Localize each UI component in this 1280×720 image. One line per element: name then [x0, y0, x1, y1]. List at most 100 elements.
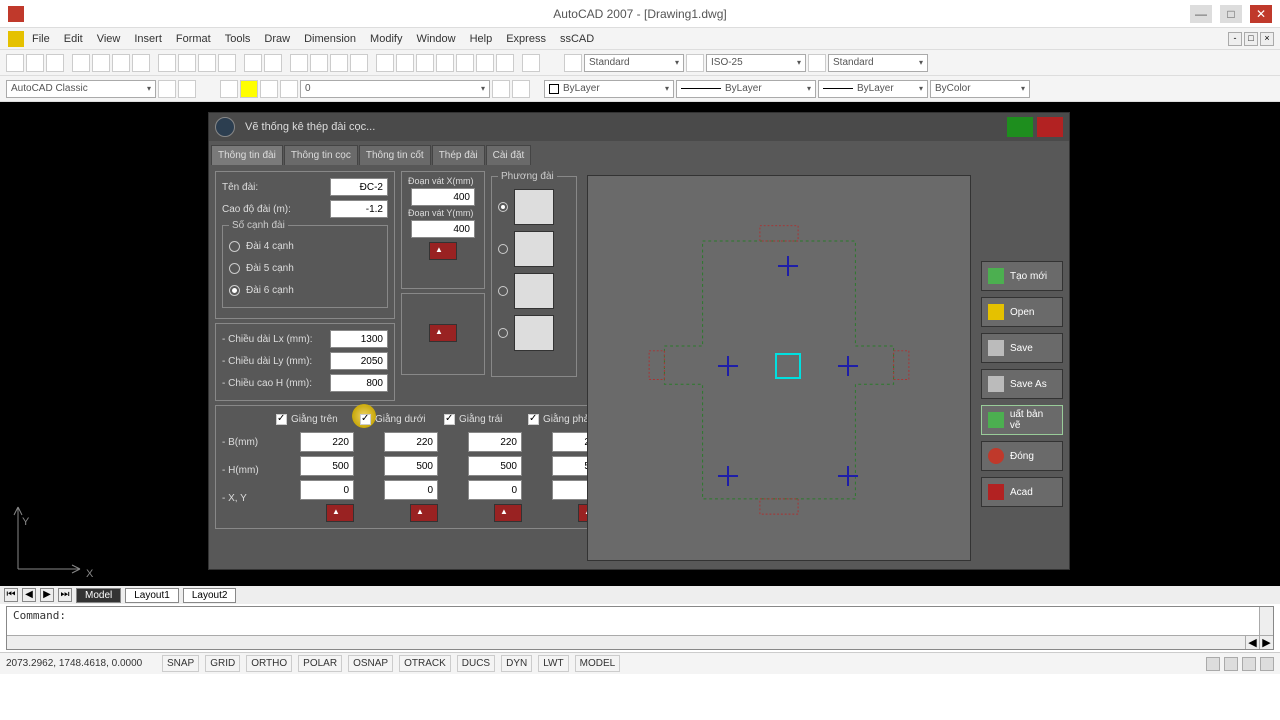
zoom-rt-icon[interactable] — [310, 54, 328, 72]
menu-tools[interactable]: Tools — [225, 33, 251, 45]
otrack-toggle[interactable]: OTRACK — [399, 655, 451, 672]
osnap-toggle[interactable]: OSNAP — [348, 655, 393, 672]
check-giang-trai[interactable] — [444, 414, 455, 425]
plot-icon[interactable] — [132, 54, 150, 72]
tab-thep-dai[interactable]: Thép đài — [432, 145, 485, 165]
tablestyle-icon[interactable] — [808, 54, 826, 72]
menu-insert[interactable]: Insert — [134, 33, 162, 45]
freeze-icon[interactable] — [260, 80, 278, 98]
print-icon[interactable] — [72, 54, 90, 72]
tab-nav-last[interactable]: ⏭ — [58, 588, 72, 602]
menu-dimension[interactable]: Dimension — [304, 33, 356, 45]
tablestyle-select[interactable]: Standard▾ — [828, 54, 928, 72]
scrollbar-v[interactable] — [1259, 607, 1273, 635]
giang-duoi-xy[interactable] — [384, 480, 438, 500]
dyn-toggle[interactable]: DYN — [501, 655, 532, 672]
giang-tren-b[interactable] — [300, 432, 354, 452]
tab-thong-tin-cot[interactable]: Thông tin cốt — [359, 145, 431, 165]
check-giang-phai[interactable] — [528, 414, 539, 425]
giang-trai-pick[interactable] — [494, 504, 522, 522]
status-icon-3[interactable] — [1242, 657, 1256, 671]
acad-button[interactable]: Acad — [981, 477, 1063, 507]
polar-toggle[interactable]: POLAR — [298, 655, 342, 672]
tab-nav-first[interactable]: ⏮ — [4, 588, 18, 602]
layer-select[interactable]: 0▾ — [300, 80, 490, 98]
lock-icon[interactable] — [280, 80, 298, 98]
new-button[interactable]: Tạo mới — [981, 261, 1063, 291]
saveas-button[interactable]: Save As — [981, 369, 1063, 399]
doc-close-button[interactable]: × — [1260, 32, 1274, 46]
h-input[interactable] — [330, 374, 388, 392]
menu-view[interactable]: View — [97, 33, 121, 45]
tab-cai-dat[interactable]: Cài đặt — [486, 145, 532, 165]
menu-draw[interactable]: Draw — [264, 33, 290, 45]
shape-opt-4[interactable] — [498, 328, 508, 338]
tool6-icon[interactable] — [476, 54, 494, 72]
pick-dims-button[interactable] — [429, 324, 457, 342]
pan-icon[interactable] — [290, 54, 308, 72]
giang-trai-h[interactable] — [468, 456, 522, 476]
giang-duoi-pick[interactable] — [410, 504, 438, 522]
tool4-icon[interactable] — [436, 54, 454, 72]
ten-dai-input[interactable] — [330, 178, 388, 196]
ly-input[interactable] — [330, 352, 388, 370]
drawing-area[interactable]: Y X Vẽ thống kê thép đài cọc... Thông ti… — [0, 102, 1280, 586]
dvx-input[interactable] — [411, 188, 475, 206]
doc-restore-button[interactable]: □ — [1244, 32, 1258, 46]
close-dialog-button[interactable]: Đóng — [981, 441, 1063, 471]
check-giang-duoi[interactable] — [360, 414, 371, 425]
shape-opt-3[interactable] — [498, 286, 508, 296]
tab-layout1[interactable]: Layout1 — [125, 588, 179, 603]
open-button[interactable]: Open — [981, 297, 1063, 327]
maximize-button[interactable]: □ — [1220, 5, 1242, 23]
redo-icon[interactable] — [264, 54, 282, 72]
pick-dv-button[interactable] — [429, 242, 457, 260]
menu-format[interactable]: Format — [176, 33, 211, 45]
shape-opt-2[interactable] — [498, 244, 508, 254]
tab-nav-next[interactable]: ▶ — [40, 588, 54, 602]
dialog-help-button[interactable] — [1007, 117, 1033, 137]
cut-icon[interactable] — [158, 54, 176, 72]
model-toggle[interactable]: MODEL — [575, 655, 621, 672]
tool7-icon[interactable] — [496, 54, 514, 72]
workspace-select[interactable]: AutoCAD Classic▾ — [6, 80, 156, 98]
ducs-toggle[interactable]: DUCS — [457, 655, 495, 672]
tool5-icon[interactable] — [456, 54, 474, 72]
giang-duoi-b[interactable] — [384, 432, 438, 452]
save-button[interactable]: Save — [981, 333, 1063, 363]
textstyle-select[interactable]: Standard▾ — [584, 54, 684, 72]
undo-icon[interactable] — [244, 54, 262, 72]
menu-modify[interactable]: Modify — [370, 33, 402, 45]
export-button[interactable]: uất bản vẽ — [981, 405, 1063, 435]
giang-tren-xy[interactable] — [300, 480, 354, 500]
copy-icon[interactable] — [178, 54, 196, 72]
cao-do-input[interactable] — [330, 200, 388, 218]
lwt-toggle[interactable]: LWT — [538, 655, 568, 672]
giang-trai-b[interactable] — [468, 432, 522, 452]
shape-opt-1[interactable] — [498, 202, 508, 212]
status-icon-4[interactable] — [1260, 657, 1274, 671]
tab-nav-prev[interactable]: ◀ — [22, 588, 36, 602]
lineweight-select[interactable]: ByLayer▾ — [818, 80, 928, 98]
tool3-icon[interactable] — [416, 54, 434, 72]
layer-icon[interactable] — [220, 80, 238, 98]
tab-thong-tin-dai[interactable]: Thông tin đài — [211, 145, 283, 165]
radio-5-canh[interactable] — [229, 263, 240, 274]
new-icon[interactable] — [6, 54, 24, 72]
ws2-icon[interactable] — [178, 80, 196, 98]
tool-icon[interactable] — [376, 54, 394, 72]
snap-toggle[interactable]: SNAP — [162, 655, 199, 672]
tool2-icon[interactable] — [396, 54, 414, 72]
save-icon[interactable] — [46, 54, 64, 72]
match-icon[interactable] — [218, 54, 236, 72]
textstyle-icon[interactable] — [564, 54, 582, 72]
tab-layout2[interactable]: Layout2 — [183, 588, 237, 603]
radio-4-canh[interactable] — [229, 241, 240, 252]
command-window[interactable]: Command: ◀▶ — [6, 606, 1274, 650]
paste-icon[interactable] — [198, 54, 216, 72]
menu-sscad[interactable]: ssCAD — [560, 33, 594, 45]
preview-icon[interactable] — [92, 54, 110, 72]
layermgr2-icon[interactable] — [512, 80, 530, 98]
status-icon-2[interactable] — [1224, 657, 1238, 671]
check-giang-tren[interactable] — [276, 414, 287, 425]
